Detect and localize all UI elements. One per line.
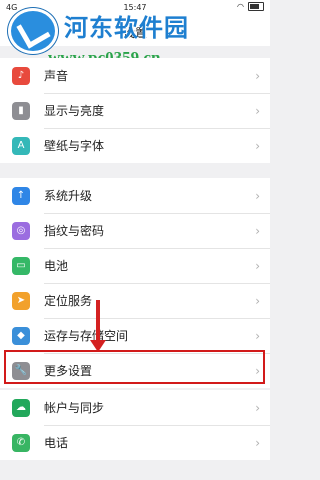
chevron-right-icon: ›	[255, 435, 260, 450]
chevron-right-icon: ›	[255, 188, 260, 203]
chevron-right-icon: ›	[255, 68, 260, 83]
settings-item-label: 帐户与同步	[44, 401, 105, 415]
speaker-icon: ♪	[12, 66, 30, 85]
chevron-right-icon: ›	[255, 138, 260, 153]
settings-item-wallpaper[interactable]: A 壁纸与字体 ›	[0, 128, 270, 163]
settings-item-label: 壁纸与字体	[44, 139, 105, 153]
chevron-right-icon: ›	[255, 258, 260, 273]
storage-icon: ◆	[12, 326, 30, 345]
settings-item-label: 系统升级	[44, 189, 93, 203]
brightness-icon: ▮	[12, 101, 30, 120]
chevron-right-icon: ›	[255, 293, 260, 308]
settings-item-label: 电池	[44, 259, 69, 273]
annotation-highlight-box	[4, 350, 265, 384]
settings-group-1: ♪ 声音 › ▮ 显示与亮度 › A 壁纸与字体 ›	[0, 58, 270, 163]
chevron-right-icon: ›	[255, 223, 260, 238]
fingerprint-icon: ◎	[12, 221, 30, 240]
settings-item-upgrade[interactable]: ↑ 系统升级 ›	[0, 178, 270, 213]
status-icons: ◠	[237, 2, 264, 11]
settings-group-3: ☁ 帐户与同步 › ✆ 电话 ›	[0, 390, 270, 460]
settings-item-phone[interactable]: ✆ 电话 ›	[0, 425, 270, 460]
battery-icon: ▭	[12, 256, 30, 275]
wifi-icon: ◠	[237, 2, 244, 11]
settings-item-label: 定位服务	[44, 294, 93, 308]
settings-item-fingerprint[interactable]: ◎ 指纹与密码 ›	[0, 213, 270, 248]
cloud-icon: ☁	[12, 398, 30, 417]
font-icon: A	[12, 136, 30, 155]
chevron-right-icon: ›	[255, 400, 260, 415]
settings-item-label: 声音	[44, 69, 69, 83]
settings-item-storage[interactable]: ◆ 运存与存储空间 ›	[0, 318, 270, 353]
settings-item-label: 电话	[44, 436, 69, 450]
location-icon: ➤	[12, 291, 30, 310]
settings-item-battery[interactable]: ▭ 电池 ›	[0, 248, 270, 283]
phone-icon: ✆	[12, 433, 30, 452]
chevron-right-icon: ›	[255, 328, 260, 343]
settings-item-location[interactable]: ➤ 定位服务 ›	[0, 283, 270, 318]
settings-item-label: 指纹与密码	[44, 224, 105, 238]
upgrade-icon: ↑	[12, 186, 30, 205]
settings-item-label: 显示与亮度	[44, 104, 105, 118]
chevron-right-icon: ›	[255, 103, 260, 118]
settings-item-account[interactable]: ☁ 帐户与同步 ›	[0, 390, 270, 425]
annotation-arrow	[90, 300, 106, 352]
battery-status-icon	[248, 2, 264, 11]
settings-item-display[interactable]: ▮ 显示与亮度 ›	[0, 93, 270, 128]
settings-item-label: 运存与存储空间	[44, 329, 129, 343]
settings-item-sound[interactable]: ♪ 声音 ›	[0, 58, 270, 93]
watermark-title: 河东软件园	[64, 14, 189, 42]
